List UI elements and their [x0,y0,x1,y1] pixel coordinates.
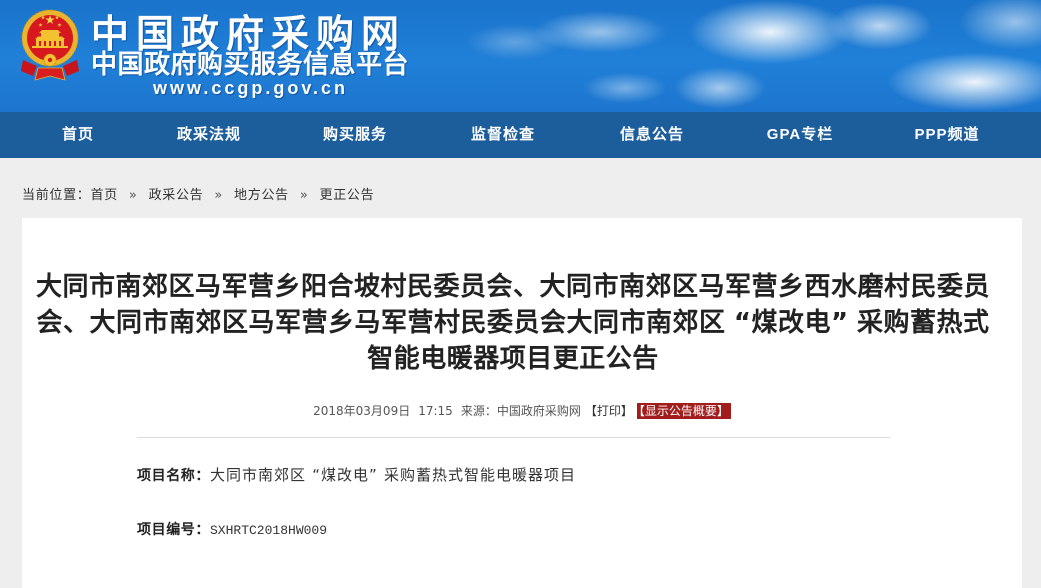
nav-item-ppp[interactable]: PPP频道 [873,112,1021,158]
project-name-value: 大同市南郊区 “煤改电” 采购蓄热式智能电暖器项目 [210,466,577,484]
national-emblem-icon [21,9,79,81]
breadcrumb-separator: » [214,188,224,203]
project-number-value: SXHRTC2018HW009 [210,523,328,538]
print-link[interactable]: 【打印】 [585,404,633,418]
breadcrumb-prefix: 当前位置： [22,188,91,203]
site-title: 中国政府采购网 [91,12,407,56]
source-label: 来源： [460,404,497,418]
site-logo[interactable]: 中国政府采购网 中国政府购买服务信息平台 www.ccgp.gov.cn [0,0,440,112]
nav-item-home[interactable]: 首页 [10,112,146,158]
breadcrumb-separator: » [299,188,309,203]
project-number-field: 项目编号：SXHRTC2018HW009 [137,519,327,541]
site-subtitle: 中国政府购买服务信息平台 [91,50,410,80]
article-meta: 2018年03月09日 17:15 来源：中国政府采购网 【打印】 【显示公告概要】 [22,403,1022,419]
project-number-label: 项目编号： [137,522,210,538]
breadcrumb-link-home[interactable]: 首页 [91,188,118,203]
article-panel: 大同市南郊区马军营乡阳合坡村民委员会、大同市南郊区马军营乡西水磨村民委员会、大同… [22,218,1022,588]
divider [137,437,890,438]
site-url: www.ccgp.gov.cn [153,78,349,98]
breadcrumb-link-local-announcements[interactable]: 地方公告 [234,188,289,203]
nav-item-supervision[interactable]: 监督检查 [429,112,577,158]
project-name-label: 项目名称： [137,468,210,484]
breadcrumb: 当前位置：首页 » 政采公告 » 地方公告 » 更正公告 [22,187,374,205]
show-summary-button[interactable]: 【显示公告概要】 [636,403,731,419]
nav-item-purchase-services[interactable]: 购买服务 [281,112,429,158]
breadcrumb-link-correction-announcements[interactable]: 更正公告 [320,188,375,203]
breadcrumb-link-procurement-announcements[interactable]: 政采公告 [149,188,204,203]
header-banner: 中国政府采购网 中国政府购买服务信息平台 www.ccgp.gov.cn [0,0,1041,112]
project-name-field: 项目名称：大同市南郊区 “煤改电” 采购蓄热式智能电暖器项目 [137,465,576,486]
article-title: 大同市南郊区马军营乡阳合坡村民委员会、大同市南郊区马军营乡西水磨村民委员会、大同… [35,272,990,374]
nav-item-regulations[interactable]: 政采法规 [146,112,272,158]
source-name: 中国政府采购网 [496,404,581,418]
nav-item-gpa[interactable]: GPA专栏 [726,112,874,158]
nav-item-announcements[interactable]: 信息公告 [578,112,726,158]
publish-time: 17:15 [418,404,453,418]
breadcrumb-separator: » [128,188,138,203]
publish-date: 2018年03月09日 [313,404,411,418]
main-nav: 首页 政采法规 购买服务 监督检查 信息公告 GPA专栏 PPP频道 [0,112,1041,158]
